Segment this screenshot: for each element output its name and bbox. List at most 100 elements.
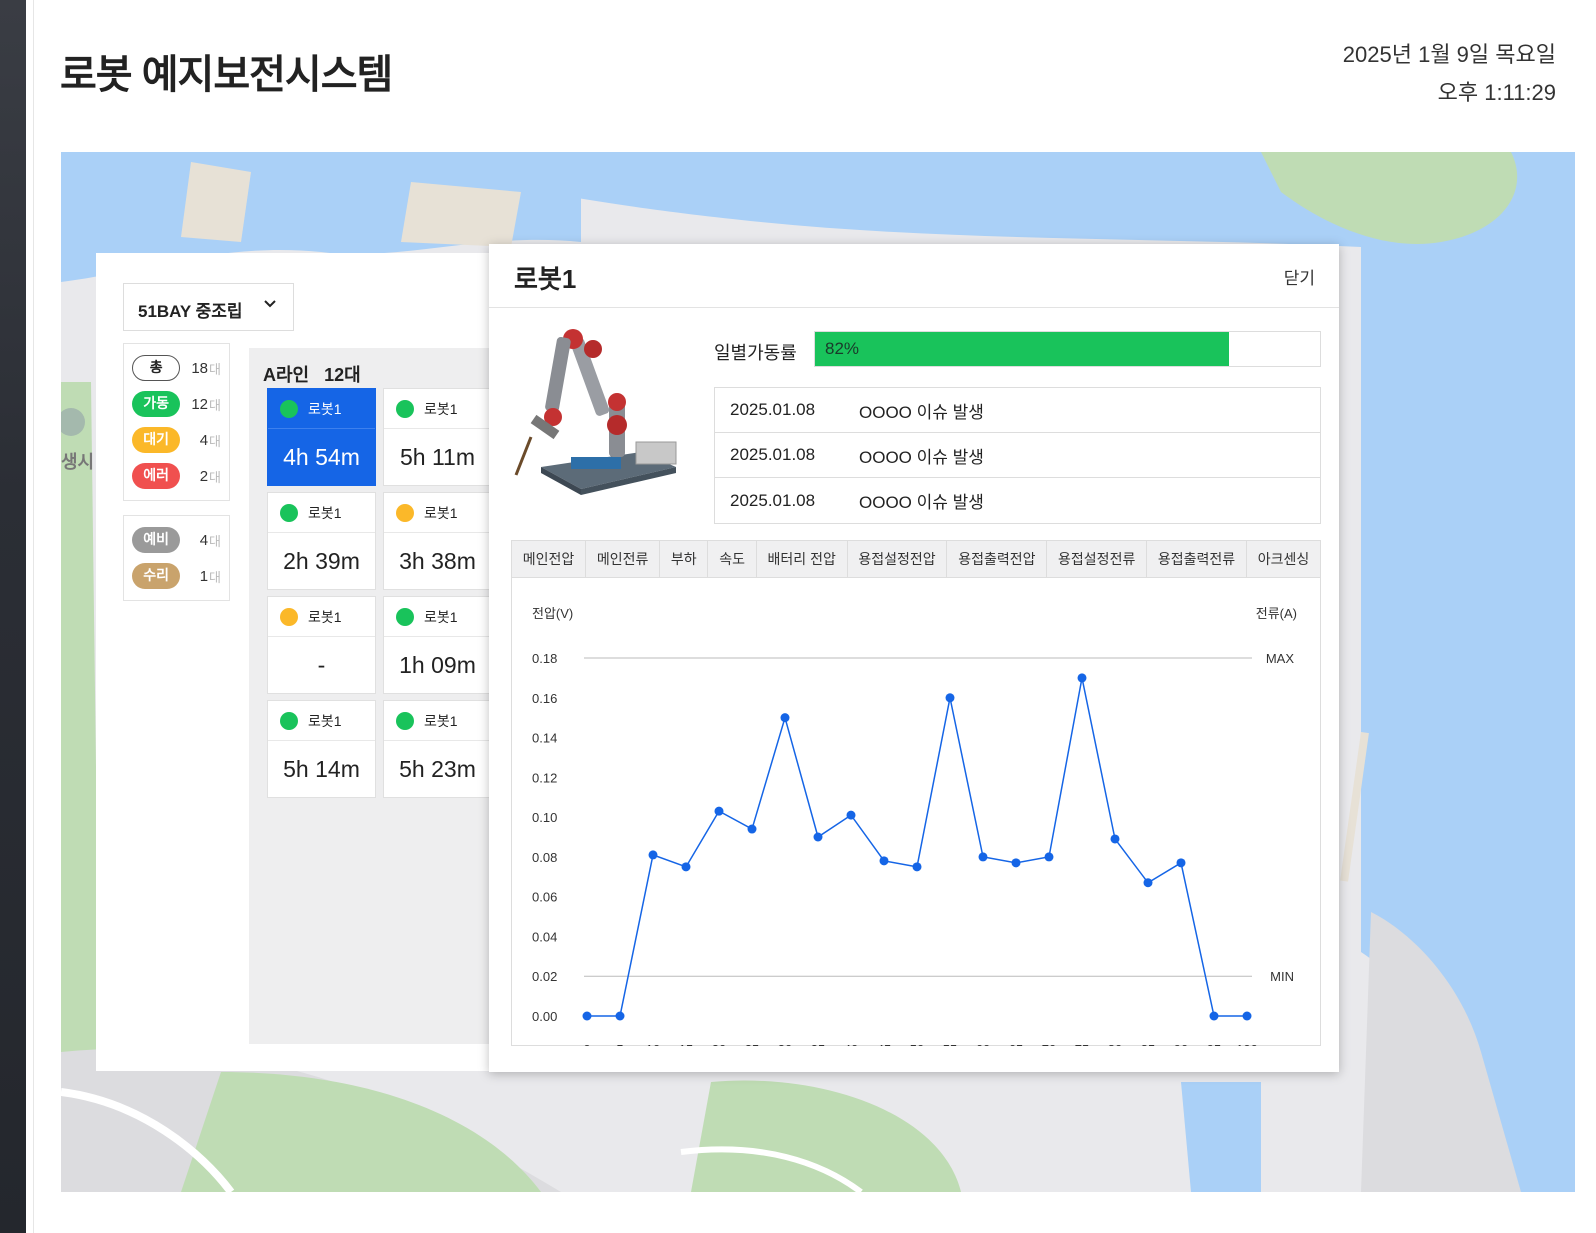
status-badge-total: 총 bbox=[132, 355, 181, 381]
issue-row[interactable]: 2025.01.08 OOOO 이슈 발생 bbox=[715, 433, 1320, 478]
status-badge-spare: 예비 bbox=[132, 527, 181, 553]
robot-name: 로봇1 bbox=[424, 712, 458, 729]
y-tick-label: 0.12 bbox=[532, 770, 557, 785]
x-tick-label: 35 bbox=[811, 1042, 825, 1046]
status-count-running: 12 bbox=[191, 395, 209, 413]
data-point bbox=[813, 832, 823, 842]
robot-name: 로봇1 bbox=[424, 504, 458, 521]
robot-name: 로봇1 bbox=[308, 712, 342, 729]
status-dot-icon bbox=[396, 399, 414, 418]
issue-row[interactable]: 2025.01.08 OOOO 이슈 발생 bbox=[715, 478, 1320, 523]
robot-card-header: 로봇1 bbox=[268, 597, 375, 637]
robot-name: 로봇1 bbox=[308, 608, 342, 625]
popup-title: 로봇1 bbox=[514, 264, 577, 294]
data-point bbox=[615, 1011, 625, 1021]
robot-card-header: 로봇1 bbox=[384, 701, 491, 741]
y-tick-label: 0.14 bbox=[532, 731, 557, 746]
status-dot-icon bbox=[280, 607, 298, 626]
robot-card[interactable]: 로봇1 4h 54m bbox=[267, 388, 376, 486]
popup-header: 로봇1 닫기 bbox=[489, 244, 1339, 308]
status-badge-standby: 대기 bbox=[132, 427, 181, 453]
robot-runtime: 5h 11m bbox=[399, 443, 475, 470]
robot-card[interactable]: 로봇1 2h 39m bbox=[267, 492, 376, 590]
bay-selector[interactable]: 51BAY 중조립 bbox=[123, 283, 294, 331]
tab-main-voltage[interactable]: 메인전압 bbox=[512, 541, 587, 577]
y-tick-label: 0.02 bbox=[532, 969, 557, 984]
robot-card-header: 로봇1 bbox=[268, 389, 375, 429]
data-point bbox=[1209, 1011, 1219, 1021]
robot-runtime: 1h 09m bbox=[399, 651, 476, 678]
y-tick-label: 0.16 bbox=[532, 691, 557, 706]
robot-runtime: 5h 23m bbox=[399, 755, 476, 782]
robot-detail-popup: 로봇1 닫기 일별가동률 82% 2025.01.08 OOOO 이슈 발생 2… bbox=[489, 244, 1339, 1072]
robot-runtime: 5h 14m bbox=[283, 755, 360, 782]
sensor-chart: 전압(V) 전류(A) 0.18 0.16 0.14 0.12 0.10 0.08 0.06… bbox=[511, 578, 1321, 1057]
utilization-label: 일별가동률 bbox=[714, 343, 797, 363]
line-title: A라인 12대 bbox=[263, 365, 361, 385]
status-count-spare: 4 bbox=[199, 531, 209, 549]
tab-weld-set-current[interactable]: 용접설정전류 bbox=[1047, 541, 1148, 577]
y-tick-label: 0.10 bbox=[532, 810, 557, 825]
robot-card[interactable]: 로봇1 1h 09m bbox=[383, 596, 492, 694]
tab-main-current[interactable]: 메인전류 bbox=[586, 541, 661, 577]
y-tick-label: 0.18 bbox=[532, 651, 557, 666]
x-tick-label: 10 bbox=[646, 1042, 660, 1046]
x-tick-label: 15 bbox=[679, 1042, 693, 1046]
data-point bbox=[780, 713, 790, 723]
tab-speed[interactable]: 속도 bbox=[708, 541, 757, 577]
data-point bbox=[1176, 858, 1186, 868]
issue-date: 2025.01.08 bbox=[730, 445, 816, 464]
datetime-display: 2025년 1월 9일 목요일 오후 1:11:29 bbox=[1343, 36, 1556, 112]
close-button[interactable]: 닫기 bbox=[1284, 264, 1315, 289]
robot-runtime: 3h 38m bbox=[399, 547, 476, 574]
x-tick-label: 30 bbox=[778, 1042, 792, 1046]
tab-weld-output-current[interactable]: 용접출력전류 bbox=[1147, 541, 1247, 577]
data-point bbox=[582, 1011, 592, 1021]
status-row-repair: 수리 1대 bbox=[132, 558, 221, 594]
data-point bbox=[1110, 834, 1120, 844]
status-summary: 총 18 대 가동 12 대 대기 4대 에러 2대 bbox=[123, 343, 230, 501]
robot-name: 로봇1 bbox=[308, 400, 342, 417]
y-tick-label: 0.06 bbox=[532, 890, 557, 905]
tab-battery-voltage[interactable]: 배터리 전압 bbox=[757, 541, 848, 577]
robot-card-header: 로봇1 bbox=[384, 597, 491, 637]
robot-card[interactable]: 로봇1 - bbox=[267, 596, 376, 694]
tab-weld-output-voltage[interactable]: 용접출력전압 bbox=[947, 541, 1048, 577]
data-point bbox=[1242, 1011, 1252, 1021]
y2-axis-label: 전류(A) bbox=[1256, 606, 1297, 621]
status-row-standby: 대기 4대 bbox=[132, 422, 221, 458]
data-point bbox=[1011, 858, 1021, 868]
data-point bbox=[681, 862, 691, 872]
robot-card[interactable]: 로봇1 5h 14m bbox=[267, 700, 376, 798]
data-point bbox=[648, 850, 658, 860]
robot-arm-image bbox=[511, 327, 681, 497]
status-row-spare: 예비 4대 bbox=[132, 522, 221, 558]
status-row-total: 총 18 대 bbox=[132, 350, 221, 386]
robot-card-header: 로봇1 bbox=[384, 493, 491, 533]
left-app-strip bbox=[0, 0, 26, 1233]
tab-load[interactable]: 부하 bbox=[660, 541, 709, 577]
robot-card[interactable]: 로봇1 5h 11m bbox=[383, 388, 492, 486]
data-point bbox=[912, 862, 922, 872]
x-tick-label: 70 bbox=[1042, 1042, 1056, 1046]
tab-arc-sensing[interactable]: 아크센싱 bbox=[1247, 541, 1320, 577]
bay-selector-value: 51BAY 중조립 bbox=[138, 302, 243, 321]
robot-card[interactable]: 로봇1 3h 38m bbox=[383, 492, 492, 590]
utilization-bar: 82% bbox=[814, 331, 1321, 367]
data-point bbox=[1143, 878, 1153, 888]
robot-card[interactable]: 로봇1 5h 23m bbox=[383, 700, 492, 798]
issue-row[interactable]: 2025.01.08 OOOO 이슈 발생 bbox=[715, 388, 1320, 433]
issue-date: 2025.01.08 bbox=[730, 490, 816, 510]
data-point bbox=[945, 693, 955, 703]
utilization-bar-fill bbox=[815, 332, 1230, 366]
y-tick-label: 0.08 bbox=[532, 850, 557, 865]
x-tick-label: 40 bbox=[844, 1042, 858, 1046]
x-tick-label: 100 bbox=[1236, 1042, 1258, 1046]
tab-weld-set-voltage[interactable]: 용접설정전압 bbox=[848, 541, 948, 577]
x-tick-label: 45 bbox=[877, 1042, 891, 1046]
robot-list-panel: 51BAY 중조립 총 18 대 가동 12 대 대기 4대 에러 2대 예비 4대… bbox=[96, 253, 536, 1071]
x-tick-label: 5 bbox=[616, 1042, 623, 1046]
x-tick-label: 65 bbox=[1009, 1042, 1023, 1046]
y-tick-label: 0.00 bbox=[532, 1009, 557, 1024]
x-tick-label: 90 bbox=[1174, 1042, 1188, 1046]
